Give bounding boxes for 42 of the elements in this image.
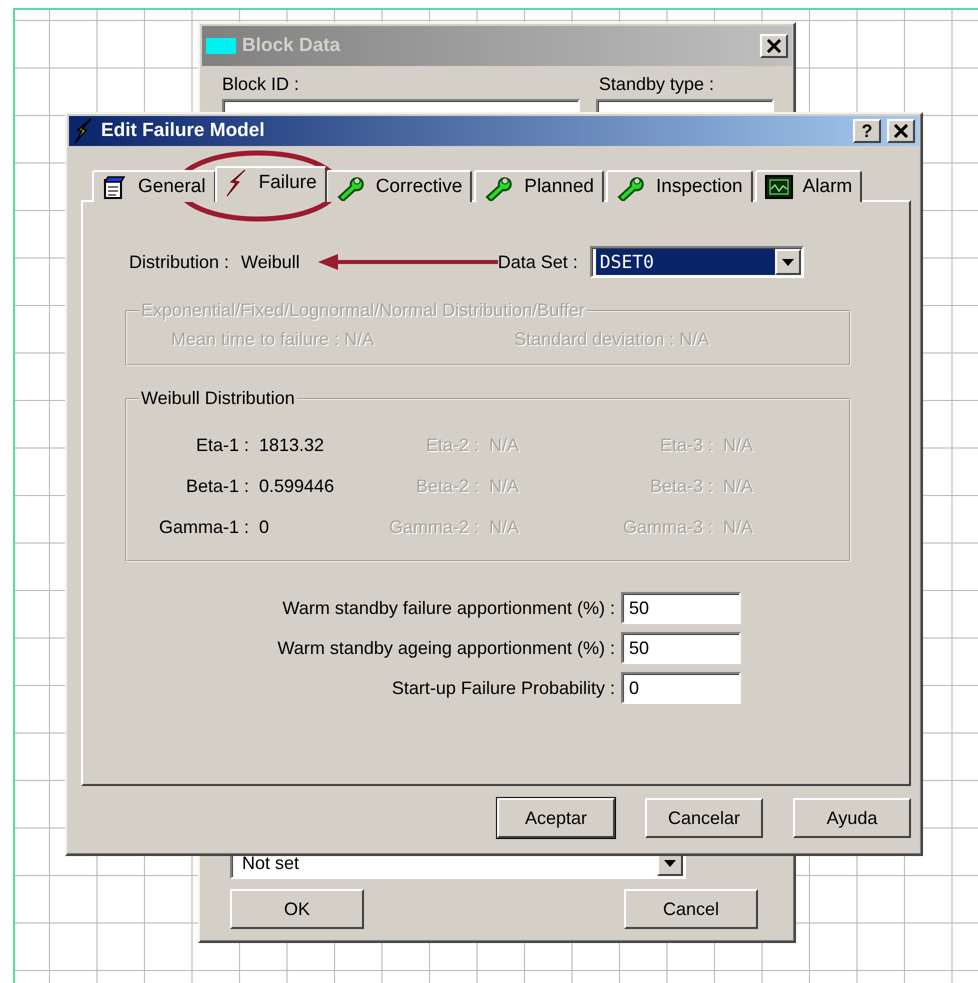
parameter-label: Beta-1 : bbox=[184, 476, 249, 497]
standby-type-label: Standby type : bbox=[598, 74, 714, 95]
window-title: Block Data bbox=[242, 35, 342, 57]
monitor-icon bbox=[764, 175, 793, 199]
close-icon bbox=[766, 39, 782, 53]
tab[interactable]: General bbox=[92, 170, 216, 202]
close-button[interactable] bbox=[760, 34, 788, 58]
dropdown-arrow-icon bbox=[664, 860, 676, 866]
help-button[interactable]: Ayuda bbox=[793, 798, 911, 838]
input-field[interactable]: 50 bbox=[621, 632, 741, 664]
data-set-dropdown[interactable]: DSET0 bbox=[590, 246, 804, 278]
parameter-value: 0 bbox=[258, 517, 270, 538]
field-label: Warm standby failure apportionment (%) : bbox=[282, 598, 615, 618]
window-title: Edit Failure Model bbox=[101, 120, 266, 142]
field-label: Start-up Failure Probability : bbox=[392, 678, 615, 698]
help-button[interactable]: ? bbox=[853, 119, 881, 143]
distribution-value: Weibull bbox=[241, 252, 300, 272]
tab[interactable]: Failure bbox=[214, 166, 327, 202]
block-id-label: Block ID : bbox=[222, 74, 300, 95]
tab[interactable]: Inspection bbox=[606, 170, 753, 202]
ok-button[interactable]: OK bbox=[230, 889, 364, 929]
parameter-label: Eta-1 : bbox=[194, 435, 249, 456]
close-button[interactable] bbox=[887, 119, 915, 143]
field-label: Warm standby ageing apportionment (%) : bbox=[278, 638, 615, 658]
close-icon bbox=[893, 124, 909, 138]
distribution-label: Distribution : bbox=[129, 252, 230, 272]
notepad-icon bbox=[102, 174, 128, 200]
input-field[interactable]: 50 bbox=[621, 592, 741, 624]
dropdown-arrow-icon bbox=[782, 258, 794, 266]
accept-button[interactable]: Aceptar bbox=[497, 798, 615, 838]
group-title: Weibull Distribution bbox=[140, 388, 296, 409]
block-icon bbox=[206, 38, 236, 54]
data-set-label: Data Set : bbox=[498, 252, 578, 272]
parameter-value: 0.599446 bbox=[258, 476, 336, 497]
cancel-button[interactable]: Cancel bbox=[624, 889, 758, 929]
input-field[interactable]: 0 bbox=[621, 672, 741, 704]
tab[interactable]: Corrective bbox=[326, 170, 472, 202]
parameter-value: 1813.32 bbox=[258, 435, 326, 456]
parameter-label: Gamma-1 : bbox=[158, 517, 249, 538]
tab[interactable]: Planned bbox=[474, 170, 604, 202]
tab[interactable]: Alarm bbox=[754, 170, 862, 202]
cancel-button[interactable]: Cancelar bbox=[645, 798, 763, 838]
